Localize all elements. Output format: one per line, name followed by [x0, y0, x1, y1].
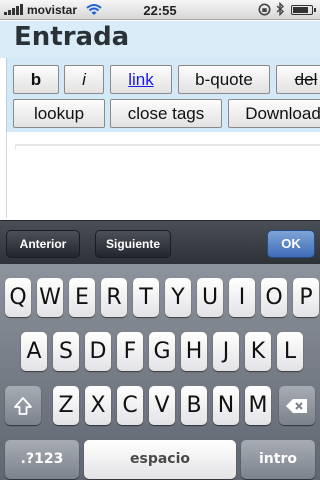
shift-arrow-icon — [14, 397, 32, 415]
backspace-key[interactable] — [279, 386, 315, 425]
key-v[interactable]: V — [149, 386, 175, 425]
key-w[interactable]: W — [37, 278, 63, 317]
key-m[interactable]: M — [245, 386, 271, 425]
key-t[interactable]: T — [133, 278, 159, 317]
battery-level — [293, 7, 308, 13]
key-o[interactable]: O — [261, 278, 287, 317]
key-d[interactable]: D — [85, 332, 111, 371]
key-n[interactable]: N — [213, 386, 239, 425]
blockquote-button[interactable]: b-quote — [178, 65, 270, 94]
key-b[interactable]: B — [181, 386, 207, 425]
close-tags-button[interactable]: close tags — [110, 99, 222, 128]
key-e[interactable]: E — [69, 278, 95, 317]
key-k[interactable]: K — [245, 332, 271, 371]
bold-button[interactable]: b — [13, 65, 59, 94]
shift-key[interactable] — [5, 386, 41, 425]
next-button[interactable]: Siguiente — [95, 230, 171, 258]
key-r[interactable]: R — [101, 278, 127, 317]
key-a[interactable]: A — [21, 332, 47, 371]
key-z[interactable]: Z — [53, 386, 79, 425]
space-key[interactable]: espacio — [84, 440, 236, 479]
status-time: 22:55 — [143, 3, 177, 18]
page-title: Entrada — [14, 22, 130, 52]
form-assistant-bar: Anterior Siguiente OK — [0, 220, 320, 264]
key-j[interactable]: J — [213, 332, 239, 371]
numbers-key[interactable]: .?123 — [5, 440, 79, 479]
page-header: Entrada — [0, 21, 320, 58]
key-h[interactable]: H — [181, 332, 207, 371]
keyboard: Q W E R T Y U I O P A S D F G H J K L Z … — [0, 264, 320, 480]
key-c[interactable]: C — [117, 386, 143, 425]
rotation-lock-icon — [258, 3, 271, 19]
battery-icon — [291, 5, 316, 15]
key-l[interactable]: L — [277, 332, 303, 371]
bluetooth-icon — [276, 1, 285, 19]
key-x[interactable]: X — [85, 386, 111, 425]
key-p[interactable]: P — [293, 278, 319, 317]
key-s[interactable]: S — [53, 332, 79, 371]
link-button[interactable]: link — [110, 65, 172, 94]
key-y[interactable]: Y — [165, 278, 191, 317]
lookup-button[interactable]: lookup — [13, 99, 105, 128]
post-textarea[interactable] — [15, 144, 320, 150]
ok-button[interactable]: OK — [267, 230, 315, 258]
italic-button[interactable]: i — [64, 65, 104, 94]
delete-button[interactable]: del — [276, 65, 320, 94]
status-bar: movistar 22:55 — [0, 0, 320, 20]
backspace-icon — [286, 399, 307, 413]
download-button[interactable]: Download — [228, 99, 320, 128]
key-g[interactable]: G — [149, 332, 175, 371]
post-editor[interactable] — [6, 132, 320, 218]
return-key[interactable]: intro — [241, 440, 315, 479]
previous-button[interactable]: Anterior — [6, 230, 80, 258]
key-q[interactable]: Q — [5, 278, 31, 317]
formatting-toolbar: b i link b-quote del lookup close tags D… — [6, 58, 320, 132]
key-f[interactable]: F — [117, 332, 143, 371]
key-i[interactable]: I — [229, 278, 255, 317]
key-u[interactable]: U — [197, 278, 223, 317]
